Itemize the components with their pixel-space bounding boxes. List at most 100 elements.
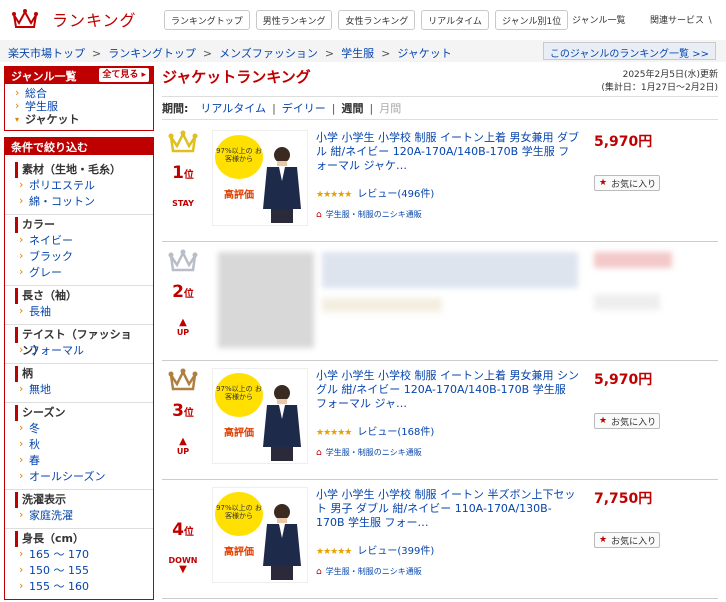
genre-list-link[interactable]: ジャンル一覧 bbox=[572, 13, 626, 26]
shop-link[interactable]: ⌂ 学生服・制服のニシキ通販 bbox=[316, 566, 422, 577]
product-name-link[interactable]: 小学 小学生 小学校 制服 イートン上着 男女兼用 シングル 紺/ネイビー 12… bbox=[316, 369, 580, 413]
ranking-item: 2位 ▲ UP bbox=[162, 242, 718, 361]
product-thumbnail[interactable]: 97%以上の お客様から高評価 bbox=[212, 487, 308, 583]
filter-divider bbox=[5, 363, 153, 364]
breadcrumb-item[interactable]: ジャケット bbox=[397, 47, 451, 60]
badge-text: 97%以上の お客様から bbox=[216, 147, 262, 163]
review-count-link[interactable]: レビュー(496件) bbox=[357, 189, 434, 200]
product-name-link[interactable]: 小学 小学生 小学校 制服 イートン上着 男女兼用 ダブル 紺/ネイビー 120… bbox=[316, 131, 580, 175]
related-services-link[interactable]: 関連サービス ∖ bbox=[650, 13, 713, 26]
add-favorite-button[interactable]: ★ お気に入り bbox=[594, 532, 660, 548]
filter-divider bbox=[5, 528, 153, 529]
breadcrumb-item[interactable]: 楽天市場トップ bbox=[8, 47, 85, 60]
filter-option[interactable]: ブラック bbox=[19, 248, 145, 265]
rank-down-icon: ▼ bbox=[179, 564, 187, 575]
breadcrumb-item[interactable]: ランキングトップ bbox=[108, 47, 196, 60]
filter-option[interactable]: 家庭洗濯 bbox=[19, 507, 145, 524]
review-count-link[interactable]: レビュー(399件) bbox=[357, 546, 434, 557]
filter-option[interactable]: 綿・コットン bbox=[19, 193, 145, 210]
rank-number: 1位 bbox=[172, 163, 194, 183]
jacket-photo-icon bbox=[263, 504, 301, 580]
period-divider: | bbox=[331, 102, 336, 115]
ranking-item: 3位 ▲ UP 97%以上の お客様から 高評価 小学 小学生 小学校 制服 イートン上着… bbox=[162, 361, 718, 480]
show-all-button[interactable]: 全て見る ▸ bbox=[99, 68, 149, 82]
jacket-photo-icon bbox=[263, 147, 301, 223]
filter-title: 素材（生地・毛糸） bbox=[15, 162, 145, 178]
genre-list: 総合学生服ジャケット bbox=[5, 84, 153, 130]
filter-option[interactable]: 春 bbox=[19, 452, 145, 469]
genre-box-title: ジャンル一覧 bbox=[11, 70, 77, 83]
top-tabs: ランキングトップ 男性ランキング 女性ランキング リアルタイム ジャンル別1位 bbox=[164, 10, 569, 30]
product-thumbnail[interactable]: 97%以上の お客様から高評価 bbox=[212, 130, 308, 226]
filter-option[interactable]: 長袖 bbox=[19, 303, 145, 320]
add-favorite-button[interactable]: ★ お気に入り bbox=[594, 413, 660, 429]
filter-title: 長さ（袖） bbox=[15, 288, 145, 304]
filter-title: カラー bbox=[15, 217, 145, 233]
rank-movement: DOWN ▼ bbox=[162, 556, 204, 575]
badge-text: 97%以上の お客様から bbox=[216, 504, 262, 520]
filter-title: 柄 bbox=[15, 366, 145, 382]
filter-group: シーズン冬秋春オールシーズン bbox=[5, 402, 153, 485]
breadcrumb: 楽天市場トップ > ランキングトップ > メンズファッション > 学生服 > ジャケット bbox=[8, 47, 452, 60]
product-name-link[interactable]: 小学 小学生 小学校 制服 イートン 半ズボン上下セット 男子 ダブル 紺/ネイ… bbox=[316, 488, 580, 532]
filter-option[interactable]: フォーマル bbox=[19, 342, 145, 359]
blurred-thumbnail bbox=[218, 252, 314, 348]
breadcrumb-item[interactable]: 学生服 bbox=[341, 47, 374, 60]
star-rating-icon: ★★★★★ bbox=[316, 428, 352, 438]
genre-item: ジャケット bbox=[15, 113, 145, 126]
filter-divider bbox=[5, 214, 153, 215]
period-option[interactable]: デイリー bbox=[282, 102, 326, 115]
filter-option[interactable]: 無地 bbox=[19, 381, 145, 398]
filter-option[interactable]: ポリエステル bbox=[19, 177, 145, 194]
rank-number: 2位 bbox=[172, 282, 194, 302]
genre-item[interactable]: 総合 bbox=[15, 86, 145, 100]
period-range: (集計日：1月27日〜2月2日) bbox=[601, 83, 718, 93]
filter-option[interactable]: 150 ～ 155 bbox=[19, 562, 145, 579]
tab-genre-first[interactable]: ジャンル別1位 bbox=[494, 10, 569, 30]
period-option: 月間 bbox=[379, 102, 402, 115]
crown-icon bbox=[168, 368, 198, 391]
genre-item[interactable]: 学生服 bbox=[15, 99, 145, 113]
ranking-item: 1位 STAY 97%以上の お客様から 高評価 小学 小学生 小学校 制服 イートン上… bbox=[162, 123, 718, 242]
product-thumbnail[interactable]: 97%以上の お客様から 高評価 bbox=[212, 368, 308, 464]
sidebar: ジャンル一覧 全て見る ▸ 総合学生服ジャケット 条件で絞り込む 素材（生地・毛… bbox=[4, 66, 154, 602]
blurred-fav bbox=[594, 294, 660, 310]
filter-option[interactable]: グレー bbox=[19, 264, 145, 281]
filter-box-header: 条件で絞り込む bbox=[5, 137, 153, 155]
filter-option[interactable]: 165 ～ 170 bbox=[19, 546, 145, 563]
period-divider: | bbox=[369, 102, 374, 115]
shop-icon: ⌂ bbox=[316, 567, 322, 577]
period-option[interactable]: リアルタイム bbox=[200, 102, 266, 115]
tab-female-ranking[interactable]: 女性ランキング bbox=[338, 10, 416, 30]
genre-ranking-list-link[interactable]: このジャンルのランキング一覧 >> bbox=[542, 42, 716, 60]
filter-group: テイスト（ファッション）フォーマル bbox=[5, 324, 153, 359]
tab-ranking-top[interactable]: ランキングトップ bbox=[164, 10, 250, 30]
tab-male-ranking[interactable]: 男性ランキング bbox=[255, 10, 333, 30]
breadcrumb-item[interactable]: メンズファッション bbox=[219, 47, 318, 60]
tab-realtime[interactable]: リアルタイム bbox=[421, 10, 489, 30]
shop-link[interactable]: ⌂ 学生服・制服のニシキ通販 bbox=[316, 209, 422, 220]
rank-movement: ▲ UP bbox=[162, 318, 204, 338]
rank-number: 3位 bbox=[172, 401, 194, 421]
badge-highlight: 高評価 bbox=[224, 190, 254, 201]
blurred-price bbox=[594, 252, 672, 268]
crown-icon bbox=[168, 130, 198, 153]
filter-option[interactable]: 155 ～ 160 bbox=[19, 578, 145, 595]
badge-highlight: 高評価 bbox=[224, 547, 254, 558]
rank-movement: STAY bbox=[172, 199, 194, 208]
filter-title: シーズン bbox=[15, 405, 145, 421]
shop-link[interactable]: ⌂ 学生服・制服のニシキ通販 bbox=[316, 447, 422, 458]
filter-option[interactable]: 冬 bbox=[19, 420, 145, 437]
filter-option[interactable]: オールシーズン bbox=[19, 468, 145, 485]
review-count-link[interactable]: レビュー(168件) bbox=[357, 427, 434, 438]
add-favorite-button[interactable]: ★ お気に入り bbox=[594, 175, 660, 191]
star-icon: ★ bbox=[599, 178, 608, 188]
breadcrumb-bar: 楽天市場トップ > ランキングトップ > メンズファッション > 学生服 > ジャケット このジ… bbox=[0, 40, 726, 62]
star-icon: ★ bbox=[599, 416, 608, 426]
filter-option[interactable]: 秋 bbox=[19, 436, 145, 453]
filter-option[interactable]: ネイビー bbox=[19, 232, 145, 249]
star-rating-icon: ★★★★★ bbox=[316, 547, 352, 557]
genre-box-header: ジャンル一覧 全て見る ▸ bbox=[5, 66, 153, 84]
ranking-logo[interactable]: ランキング bbox=[12, 6, 137, 32]
product-price: 5,970円 bbox=[594, 134, 653, 150]
